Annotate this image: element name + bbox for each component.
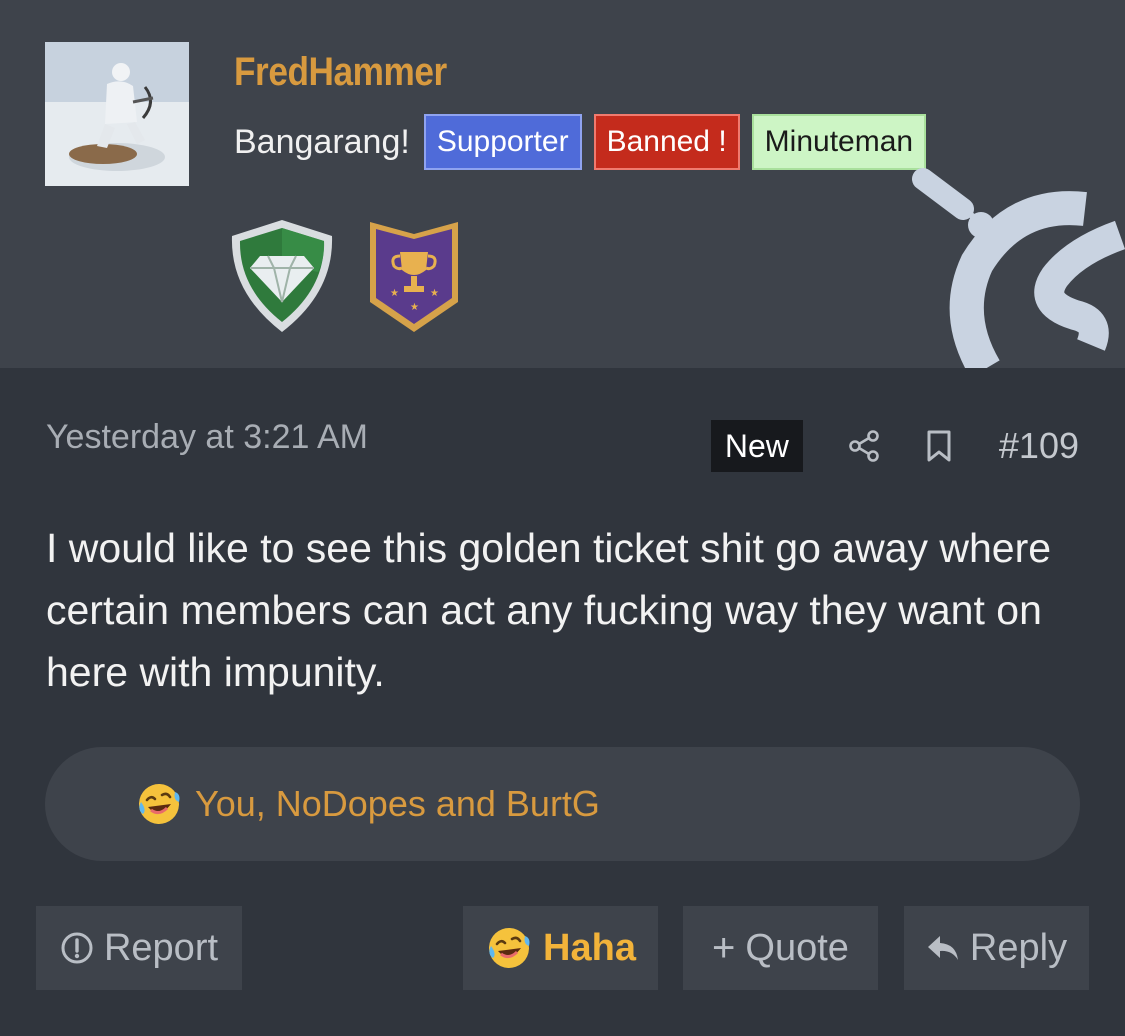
- reactions-bar[interactable]: You, NoDopes and BurtG: [45, 747, 1080, 861]
- laughing-emoji-icon: [139, 784, 180, 824]
- reply-arrow-icon: [927, 936, 958, 960]
- trophy-cup-icon[interactable]: ★ ★ ★: [368, 218, 460, 334]
- share-icon[interactable]: [847, 429, 881, 463]
- avatar-image: [45, 42, 189, 186]
- post-date[interactable]: Yesterday at 3:21 AM: [46, 418, 368, 457]
- plus-icon: +: [712, 925, 736, 970]
- bookmark-icon[interactable]: [925, 429, 953, 463]
- alert-circle-icon: [61, 932, 93, 964]
- username[interactable]: FredHammer: [234, 50, 447, 95]
- laughing-emoji-icon: [489, 928, 530, 968]
- new-badge: New: [710, 420, 803, 472]
- reply-button[interactable]: Reply: [904, 906, 1089, 990]
- post-actions: New #109: [710, 420, 1079, 472]
- banner-banned: Banned !: [593, 114, 740, 170]
- site-logo-icon: [912, 168, 1125, 368]
- report-label: Report: [103, 926, 219, 969]
- user-title-row: Bangarang! Supporter Banned ! Minuteman: [234, 114, 927, 170]
- haha-label: Haha: [543, 926, 636, 969]
- diamond-shield-icon[interactable]: [228, 218, 336, 334]
- report-button[interactable]: Report: [36, 906, 242, 990]
- post-number-link[interactable]: #109: [999, 425, 1079, 467]
- post-message: I would like to see this golden ticket s…: [46, 525, 1052, 695]
- user-title: Bangarang!: [234, 122, 410, 161]
- post-user-header: FredHammer Bangarang! Supporter Banned !…: [0, 0, 1125, 368]
- banner-supporter: Supporter: [423, 114, 582, 170]
- quote-label: Quote: [745, 926, 849, 969]
- svg-text:★: ★: [430, 288, 439, 299]
- quote-button[interactable]: + Quote: [683, 906, 878, 990]
- svg-text:★: ★: [390, 288, 399, 299]
- banner-minuteman: Minuteman: [751, 114, 927, 170]
- svg-text:★: ★: [410, 302, 419, 313]
- avatar[interactable]: [45, 42, 189, 186]
- haha-reaction-button[interactable]: Haha: [463, 906, 658, 990]
- reply-label: Reply: [969, 926, 1068, 969]
- reaction-users-link[interactable]: You, NoDopes and BurtG: [195, 783, 600, 825]
